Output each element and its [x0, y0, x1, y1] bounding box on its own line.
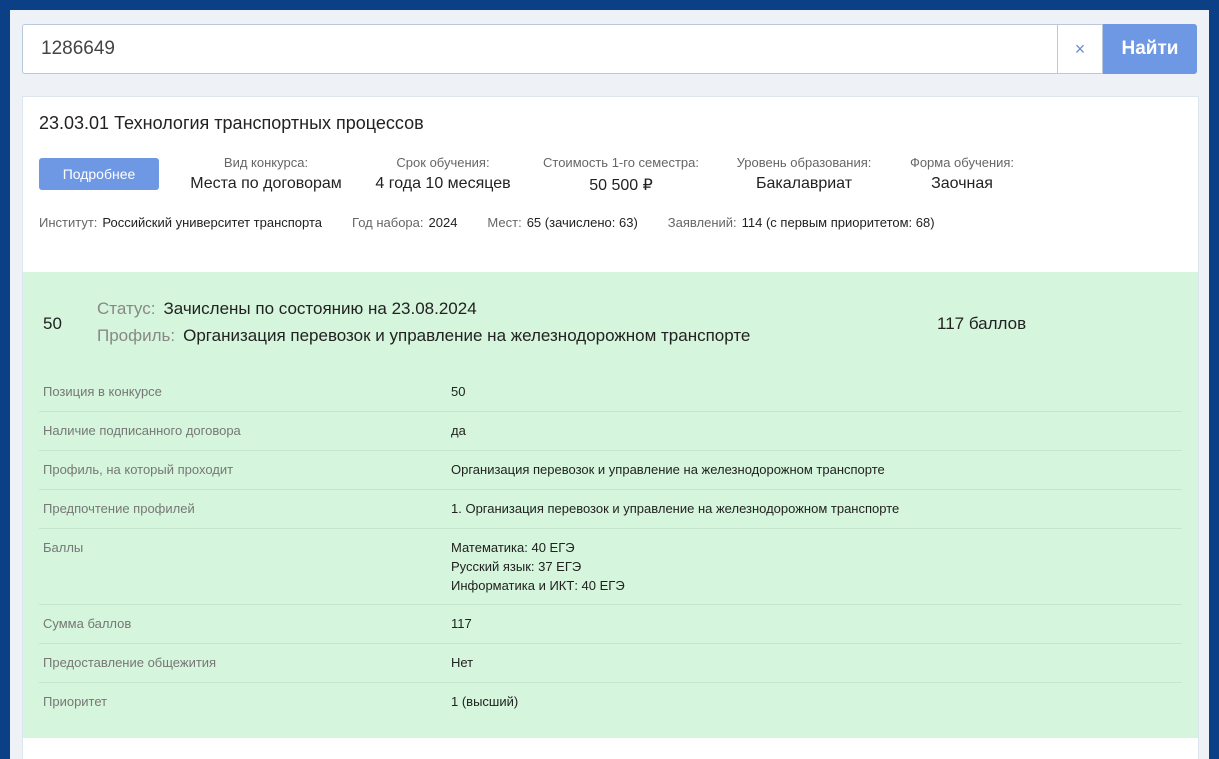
detail-value: 1. Организация перевозок и управление на… [451, 498, 899, 519]
search-button[interactable]: Найти [1103, 24, 1197, 74]
detail-row: Наличие подписанного договора да [39, 412, 1182, 451]
detail-row: Приоритет 1 (высший) [39, 683, 1182, 721]
applicant-result: 50 Статус: Зачислены по состоянию на 23.0… [23, 272, 1198, 738]
info-value: Заочная [931, 175, 993, 192]
score-total: 117 баллов [937, 314, 1027, 333]
detail-row: Предоставление общежития Нет [39, 644, 1182, 683]
status-label: Статус: [97, 299, 156, 318]
card-footer [23, 738, 1198, 759]
detail-label: Сумма баллов [43, 616, 132, 631]
search-input[interactable] [22, 24, 1057, 74]
meta-places: Мест: 65 (зачислено: 63) [487, 215, 638, 230]
detail-value: 1 (высший) [451, 691, 518, 712]
detail-value-line: Русский язык: 37 ЕГЭ [451, 559, 582, 574]
info-value: 4 года 10 месяцев [375, 175, 511, 192]
program-card: 23.03.01 Технология транспортных процесс… [22, 96, 1199, 759]
info-label: Уровень образования: [736, 155, 872, 170]
detail-label: Позиция в конкурсе [43, 384, 162, 399]
more-button[interactable]: Подробнее [39, 158, 159, 190]
info-value: 50 500 ₽ [589, 177, 653, 194]
detail-value-line: 117 [451, 616, 472, 631]
close-icon: × [1074, 38, 1086, 59]
app-frame: × Найти 23.03.01 Технология транспортных… [10, 10, 1209, 759]
detail-value-line: 1 (высший) [451, 694, 519, 709]
detail-value: Математика: 40 ЕГЭ Русский язык: 37 ЕГЭ Ин… [451, 537, 625, 595]
info-competition-type: Вид конкурса: Места по договорам [181, 155, 351, 193]
info-label: Стоимость 1-го семестра: [543, 155, 699, 170]
detail-value: Организация перевозок и управление на же… [451, 459, 885, 480]
program-title: 23.03.01 Технология транспортных процесс… [39, 113, 424, 133]
details-table: Позиция в конкурсе 50 Наличие подписанного… [39, 373, 1182, 721]
detail-value: Нет [451, 652, 473, 673]
info-study-period: Срок обучения: 4 года 10 месяцев [363, 155, 523, 193]
detail-value-line: Организация перевозок и управление на же… [451, 462, 885, 477]
meta-applications: Заявлений: 114 (с первым приоритетом: 68) [667, 215, 935, 230]
detail-value: да [451, 420, 466, 441]
info-label: Форма обучения: [909, 155, 1015, 170]
detail-label: Баллы [43, 540, 84, 555]
detail-label: Профиль, на который проходит [43, 462, 234, 477]
profile-line: Профиль: Организация перевозок и управлен… [97, 326, 750, 346]
detail-label: Приоритет [43, 694, 108, 709]
info-semester-cost: Стоимость 1-го семестра: 50 500 ₽ [531, 155, 711, 195]
detail-value-line: 1. Организация перевозок и управление на… [451, 501, 900, 516]
detail-row: Предпочтение профилей 1. Организация пере… [39, 490, 1182, 529]
detail-value-line: Математика: 40 ЕГЭ [451, 540, 575, 555]
clear-button[interactable]: × [1057, 24, 1103, 74]
info-label: Вид конкурса: [223, 155, 309, 170]
info-value: Бакалавриат [755, 175, 853, 192]
meta-year: Год набора: 2024 [352, 215, 458, 230]
detail-value: 50 [451, 381, 465, 402]
program-meta: Институт: Российский университет транспор… [39, 215, 965, 230]
info-label: Срок обучения: [396, 155, 490, 170]
detail-label: Наличие подписанного договора [43, 423, 241, 438]
status-value: Зачислены по состоянию на 23.08.2024 [163, 299, 477, 318]
detail-value-line: Информатика и ИКТ: 40 ЕГЭ [451, 578, 625, 593]
detail-row: Профиль, на который проходит Организация … [39, 451, 1182, 490]
detail-value-line: 50 [451, 384, 466, 399]
info-value: Места по договорам [190, 175, 342, 192]
info-education-level: Уровень образования: Бакалавриат [723, 155, 885, 193]
search-bar: × Найти [22, 24, 1197, 74]
profile-label: Профиль: [97, 326, 176, 345]
detail-label: Предпочтение профилей [43, 501, 195, 516]
detail-value-line: да [451, 423, 466, 438]
applicant-position: 50 [43, 314, 62, 333]
detail-label: Предоставление общежития [43, 655, 217, 670]
status-line: Статус: Зачислены по состоянию на 23.08.2… [97, 299, 477, 319]
detail-row: Позиция в конкурсе 50 [39, 373, 1182, 412]
detail-value: 117 [451, 613, 472, 634]
detail-row: Баллы Математика: 40 ЕГЭ Русский язык: 37 … [39, 529, 1182, 605]
detail-row: Сумма баллов 117 [39, 605, 1182, 644]
profile-value: Организация перевозок и управление на же… [183, 326, 751, 345]
info-study-form: Форма обучения: Заочная [897, 155, 1027, 193]
detail-value-line: Нет [451, 655, 474, 670]
meta-institute: Институт: Российский университет транспор… [39, 215, 323, 230]
